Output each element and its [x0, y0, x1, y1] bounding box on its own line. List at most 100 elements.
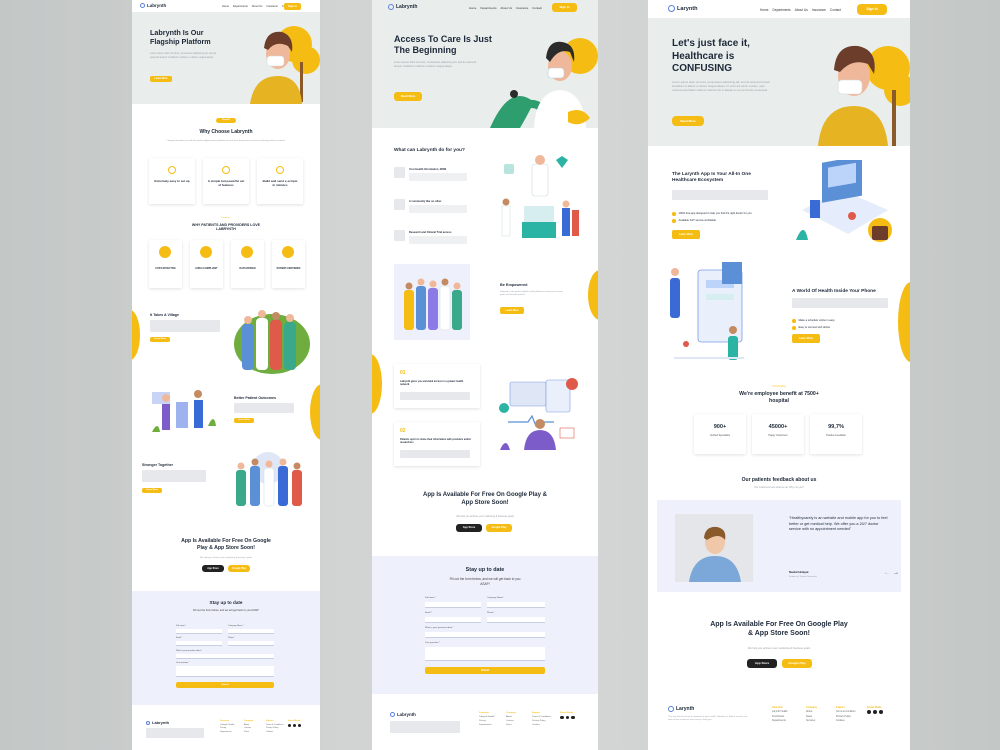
decor-circle [372, 354, 382, 414]
nav-insurance[interactable]: Insurance [812, 8, 826, 12]
love-title: WHY PATIENTS AND PROVIDERS LOVE LABRYNTH [191, 223, 261, 232]
outcomes-text [234, 403, 294, 413]
app-store-button[interactable]: App Store [456, 524, 482, 532]
topic-field[interactable] [176, 654, 274, 659]
feature-card: A simple but powerful set of features [203, 158, 249, 204]
empower-button[interactable]: Learn More [500, 307, 524, 314]
facebook-icon[interactable] [288, 723, 291, 727]
village-text [150, 320, 220, 332]
author-photo [675, 514, 753, 582]
twitter-icon[interactable] [571, 715, 575, 720]
together-button[interactable]: Learn More [142, 488, 162, 493]
card-title: A simple but powerful set of features [207, 179, 245, 187]
eco-title: The Larynth App Is Your All-In One Healt… [672, 172, 751, 183]
world-check: Make a schedule online in easy [792, 319, 835, 323]
footer-text [390, 721, 460, 733]
nav-departments[interactable]: Departments [233, 5, 248, 8]
facebook-icon[interactable] [867, 710, 871, 715]
sign-in-button[interactable]: Sign in [552, 3, 577, 12]
footer: Larynth This was this has been a noteboo… [648, 694, 910, 750]
feature-tile: DATA DRIVEN [231, 240, 264, 288]
logo[interactable]: Labrynth [388, 4, 417, 10]
stat-card: 99,7% Positive Feedback [810, 414, 862, 454]
together-title: Stronger Together [142, 463, 174, 467]
nav-about[interactable]: About Us [795, 8, 808, 12]
email-field[interactable] [425, 617, 481, 623]
nav-about[interactable]: About Us [252, 5, 263, 8]
phone-field[interactable] [487, 617, 545, 623]
what-item: Research and Clinical Trial access [409, 231, 452, 234]
company-field[interactable] [228, 629, 274, 634]
company-field[interactable] [487, 602, 545, 608]
nav: Home Departments About Us Insurance Cont… [760, 8, 841, 12]
instagram-icon[interactable] [873, 710, 877, 715]
hero-button[interactable]: Learn More [150, 76, 172, 82]
nav-home[interactable]: Home [469, 6, 476, 10]
nav-home[interactable]: Home [222, 5, 229, 8]
prev-arrow-icon[interactable]: ← [884, 570, 890, 576]
nav-insurance[interactable]: Insurance [516, 6, 528, 10]
nav-home[interactable]: Home [760, 8, 769, 12]
hero-button[interactable]: Read More [672, 116, 704, 126]
question-field[interactable] [176, 666, 274, 677]
nav: Home Departments About Us Insurance Cont… [222, 5, 291, 8]
hero-text: Lorem ipsum dolor sit amet, consectetur … [394, 61, 477, 68]
app-store-button[interactable]: App Store [747, 659, 777, 668]
submit-button[interactable]: Submit [176, 682, 274, 688]
feature-card: Build and send e-scripts in minutes [257, 158, 303, 204]
name-field[interactable] [425, 602, 481, 608]
footer-logo[interactable]: Larynth [668, 706, 694, 712]
twitter-icon[interactable] [298, 723, 301, 727]
facebook-icon[interactable] [560, 715, 564, 720]
phone-field[interactable] [228, 641, 274, 646]
sign-in-button[interactable]: Sign in [284, 3, 301, 10]
footer-col-overview: Overview Labrynth Health Pricing Department… [479, 712, 495, 726]
hero-text: Lorem ipsum dolor sit amet, consectetur … [672, 80, 771, 93]
cost-icon [159, 246, 171, 258]
nav-contact[interactable]: Contact [830, 8, 841, 12]
footer-text: This was this has been a notebook to you… [668, 716, 748, 722]
submit-button[interactable]: Submit [425, 667, 545, 674]
hero-button[interactable]: Read More [394, 92, 422, 101]
benefit-tag: Our Pricing [772, 385, 786, 388]
instagram-icon[interactable] [293, 723, 296, 727]
nav-departments[interactable]: Departments [773, 8, 791, 12]
page-mockup-2: Labrynth Home Departments About Us Insur… [372, 0, 598, 750]
shield-icon [200, 246, 212, 258]
eco-button[interactable]: Learn More [672, 230, 700, 239]
question-field[interactable] [425, 647, 545, 661]
logo[interactable]: Labrynth [140, 3, 166, 8]
name-field[interactable] [176, 629, 222, 634]
stat-card: 900+ Verified Specialists [694, 414, 746, 454]
village-button[interactable]: Learn More [150, 337, 170, 342]
logo[interactable]: Larynth [668, 5, 698, 12]
google-play-button[interactable]: Google Play [782, 659, 812, 668]
outcomes-button[interactable]: Learn More [234, 418, 254, 423]
feature-tile: COST-EFFECTIVE [149, 240, 182, 288]
world-button[interactable]: Learn More [792, 334, 820, 343]
empower-text: Labrynth is the perfect digital health p… [500, 291, 563, 297]
testimonial: "Healthycarely is an website and mobile … [657, 500, 901, 592]
google-play-button[interactable]: Google Play [486, 524, 512, 532]
nav-insurance[interactable]: Insurance [266, 5, 277, 8]
step-card-1: 01 Labrynth gives you unrivaled access t… [394, 364, 480, 408]
nav-contact[interactable]: Contact [532, 6, 542, 10]
email-field[interactable] [176, 641, 222, 646]
app-store-button[interactable]: App Store [202, 565, 224, 572]
app-title: App Is Available For Free On Google Play… [710, 621, 848, 637]
nav-departments[interactable]: Departments [480, 6, 496, 10]
team-illustration [236, 452, 302, 507]
instagram-icon[interactable] [565, 715, 569, 720]
sign-in-button[interactable]: Sign in [857, 4, 887, 15]
decor-circle [898, 282, 910, 362]
twitter-icon[interactable] [879, 710, 883, 715]
nav-about[interactable]: About Us [500, 6, 512, 10]
next-arrow-icon[interactable]: → [893, 570, 899, 576]
topic-field[interactable] [425, 632, 545, 638]
footer-logo[interactable]: Labrynth [390, 712, 416, 717]
footer: Labrynth Overview Labrynth Health Pricing D… [132, 705, 320, 750]
check-icon [792, 319, 796, 323]
footer-logo[interactable]: Labrynth [146, 720, 169, 725]
stay-title: Stay up to date [209, 600, 243, 605]
google-play-button[interactable]: Google Play [228, 565, 250, 572]
